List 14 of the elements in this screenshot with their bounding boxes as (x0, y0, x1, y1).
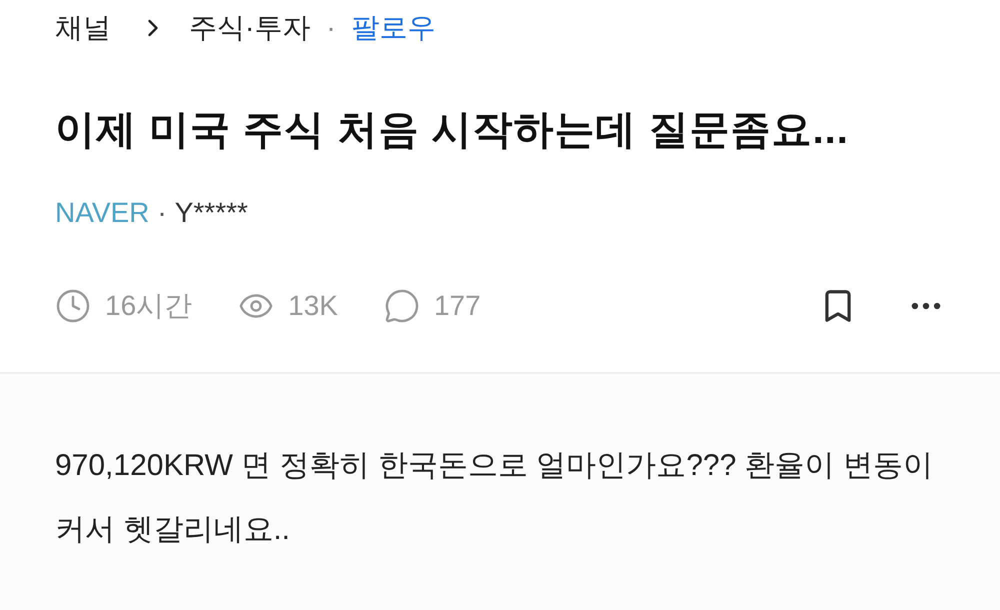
breadcrumb-link[interactable]: 채널 (55, 7, 111, 49)
speech-bubble-icon (384, 288, 420, 324)
author-name: Y***** (174, 196, 248, 230)
post-title: 이제 미국 주식 처음 시작하는데 질문좀요... (55, 107, 850, 154)
source-name: NAVER (55, 196, 150, 230)
clock-icon (55, 288, 91, 324)
category-link[interactable]: 주식·투자 (189, 7, 310, 49)
post-body: 970,120KRW 면 정확히 한국돈으로 얼마인가요??? 환율이 변동이 커서 헷갈리네요.. (55, 448, 934, 548)
follow-link[interactable]: 팔로우 (352, 7, 436, 49)
stat-text: 16시간 (105, 289, 192, 323)
separator-dot: · (326, 11, 336, 45)
stat-text: 177 (434, 289, 481, 323)
stat-text: 13K (288, 289, 338, 323)
separator-dot: · (157, 196, 167, 230)
